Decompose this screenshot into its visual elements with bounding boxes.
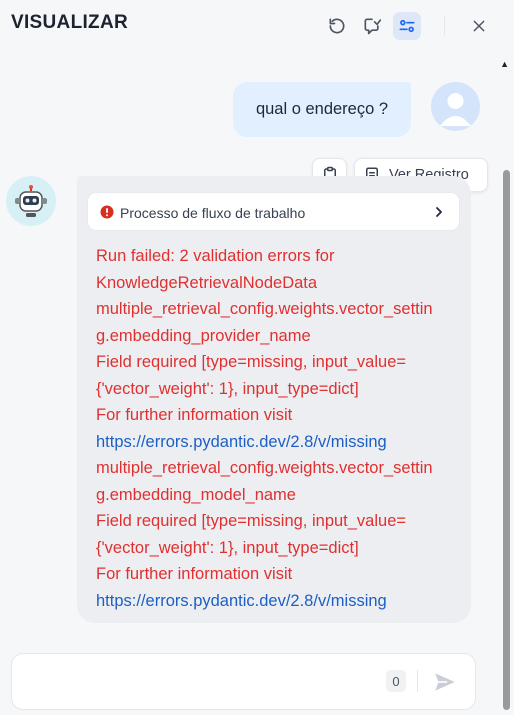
user-message-text: qual o endereço ? (255, 100, 389, 118)
user-message: qual o endereço ? (233, 82, 411, 137)
error-line: Run failed: 2 validation errors for (96, 247, 335, 265)
send-button[interactable] (432, 669, 458, 700)
message-composer: 0 (11, 653, 476, 710)
error-line: For further information visit (96, 565, 293, 583)
header-divider (444, 16, 445, 36)
workflow-process-label: Processo de fluxo de trabalho (120, 205, 306, 221)
user-avatar-icon (440, 93, 471, 126)
error-message: Run failed: 2 validation errors for Know… (96, 243, 466, 614)
error-line: g.embedding_provider_name (96, 326, 311, 345)
robot-icon (15, 185, 47, 217)
message-input[interactable] (24, 668, 378, 696)
restart-icon (329, 18, 345, 34)
scrollbar-thumb[interactable] (503, 170, 510, 710)
chat-edit-icon (364, 18, 382, 35)
send-icon (435, 673, 455, 691)
new-chat-button[interactable] (358, 12, 386, 40)
error-line: For further information visit (96, 406, 293, 424)
error-line: KnowledgeRetrievalNodeData (96, 273, 318, 292)
error-line: multiple_retrieval_config.weights.vector… (96, 300, 433, 318)
close-icon (473, 20, 485, 32)
user-avatar (431, 82, 480, 131)
restart-button[interactable] (323, 12, 351, 40)
error-line: multiple_retrieval_config.weights.vector… (96, 459, 433, 477)
bot-avatar (6, 176, 56, 226)
error-line: Field required [type=missing, input_valu… (96, 512, 407, 530)
pydantic-error-link[interactable]: https://errors.pydantic.dev/2.8/v/missin… (96, 588, 466, 615)
error-line: {'vector_weight': 1}, input_type=dict] (96, 379, 359, 398)
pydantic-error-link[interactable]: https://errors.pydantic.dev/2.8/v/missin… (96, 429, 466, 456)
error-line: Field required [type=missing, input_valu… (96, 353, 407, 371)
char-counter: 0 (386, 670, 406, 692)
scroll-up-arrow-icon[interactable]: ▲ (500, 59, 509, 69)
error-circle-icon (100, 205, 114, 219)
composer-divider (417, 670, 418, 692)
error-line: g.embedding_model_name (96, 485, 296, 504)
error-line: {'vector_weight': 1}, input_type=dict] (96, 538, 359, 557)
workflow-process-panel[interactable]: Processo de fluxo de trabalho (87, 192, 460, 231)
chevron-right-icon (436, 207, 442, 217)
page-title: VISUALIZAR (11, 12, 128, 33)
settings-sliders-icon (399, 19, 415, 33)
settings-button[interactable] (393, 12, 421, 40)
header: VISUALIZAR (0, 0, 514, 52)
close-button[interactable] (465, 12, 493, 40)
